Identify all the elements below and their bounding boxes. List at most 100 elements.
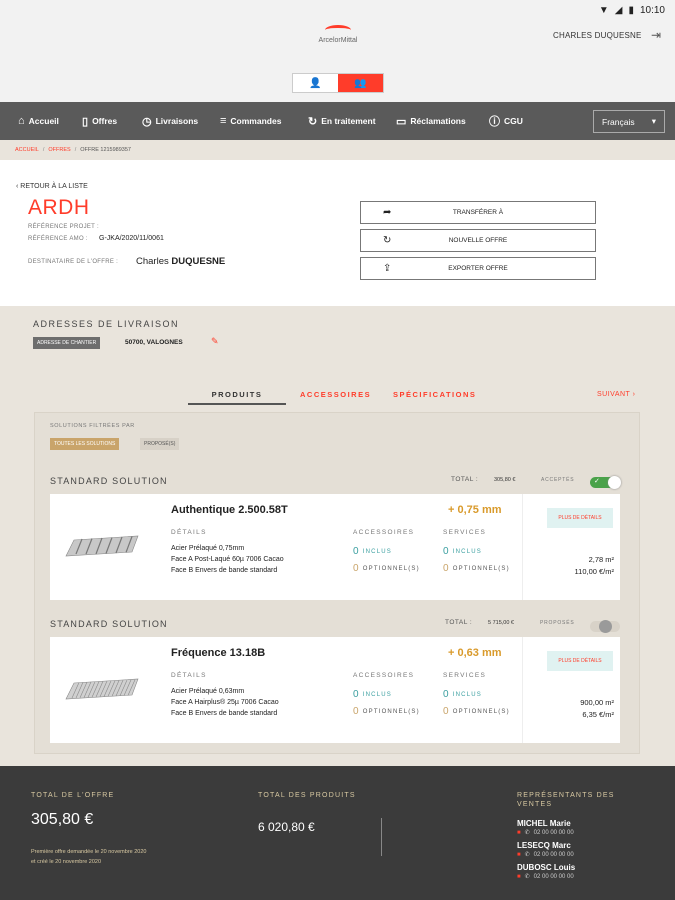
offer-note: Première offre demandée le 20 novembre 2…: [31, 849, 147, 855]
nav-label: En traitement: [321, 116, 376, 126]
sales-rep-contact[interactable]: ■ ✆ 02 00 00 00 00: [517, 851, 574, 859]
refresh-icon: ↻: [383, 235, 392, 246]
document-icon: ▯: [82, 115, 89, 128]
product-summary: PLUS DE DÉTAILS 900,00 m² 6,35 €/m²: [522, 637, 620, 743]
single-user-icon[interactable]: 👤: [293, 74, 338, 92]
breadcrumb-home[interactable]: ACCUEIL: [15, 147, 39, 153]
tab-accessories[interactable]: ACCESSOIRES: [300, 390, 371, 399]
nav-label: Livraisons: [155, 116, 199, 126]
corrugated-panel-thumbnail-icon: [65, 678, 139, 700]
nav-item-commandes[interactable]: ≡ Commandes: [220, 102, 281, 140]
logo-text: ArcelorMittal: [318, 37, 358, 44]
included-label: INCLUS: [362, 691, 392, 698]
included-label: INCLUS: [452, 691, 482, 698]
sales-reps-label: REPRÉSENTANTS DES: [517, 792, 615, 799]
breadcrumb-current: OFFRE 1215989357: [80, 147, 131, 153]
language-select[interactable]: Français ▾: [593, 110, 665, 133]
recipient-label: DESTINATAIRE DE L'OFFRE :: [28, 259, 119, 265]
accessories-included[interactable]: 0 INCLUS: [353, 689, 392, 700]
accessories-included[interactable]: 0 INCLUS: [353, 546, 392, 557]
nav-item-offres[interactable]: ▯ Offres: [82, 102, 117, 140]
clock-icon: ◷: [142, 115, 152, 128]
nav-label: Commandes: [230, 116, 282, 126]
detail-line: Face B Envers de bande standard: [171, 567, 278, 574]
services-included[interactable]: 0 INCLUS: [443, 689, 482, 700]
detail-line: Face A Hairplus® 25µ 7006 Cacao: [171, 699, 279, 706]
more-details-button[interactable]: PLUS DE DÉTAILS: [547, 508, 613, 528]
optional-label: OPTIONNEL(S): [362, 565, 420, 572]
breadcrumb-offers[interactable]: OFFRES: [48, 147, 70, 153]
mail-icon: ■: [517, 873, 521, 880]
site-address-badge: ADRESSE DE CHANTIER: [33, 337, 101, 349]
transfer-button[interactable]: ➦ TRANSFÉRER À: [360, 201, 596, 224]
more-details-button[interactable]: PLUS DE DÉTAILS: [547, 651, 613, 671]
amo-ref-label: RÉFÉRENCE AMO :: [28, 236, 88, 242]
sales-rep-name: LESECQ Marc: [517, 841, 571, 850]
back-to-list-link[interactable]: ‹ RETOUR À LA LISTE: [16, 183, 88, 190]
new-offer-button[interactable]: ↻ NOUVELLE OFFRE: [360, 229, 596, 252]
count: 0: [353, 546, 360, 557]
solution-total-value: 305,80 €: [494, 477, 516, 483]
filter-all-chip[interactable]: TOUTES LES SOLUTIONS: [50, 438, 120, 450]
sales-rep-contact[interactable]: ■ ✆ 02 00 00 00 00: [517, 873, 574, 881]
sales-rep-contact[interactable]: ■ ✆ 02 00 00 00 00: [517, 829, 574, 837]
offer-total-label: TOTAL DE L'OFFRE: [31, 792, 115, 799]
nav-item-accueil[interactable]: ⌂ Accueil: [18, 102, 59, 140]
profile-switch[interactable]: 👤 👥: [292, 73, 384, 93]
export-icon: ⇪: [383, 263, 392, 274]
detail-line: Acier Prélaqué 0,63mm: [171, 688, 245, 695]
battery-icon: ▮: [628, 5, 634, 16]
logout-icon[interactable]: ⇥: [651, 28, 661, 42]
nav-item-reclamations[interactable]: ▭ Réclamations: [396, 102, 466, 140]
check-icon: ✓: [594, 478, 600, 485]
arcelormittal-logo: ArcelorMittal: [312, 25, 364, 44]
edit-pencil-icon[interactable]: ✎: [211, 336, 219, 347]
next-button[interactable]: SUIVANT ›: [597, 391, 636, 398]
nav-item-cgu[interactable]: ⓘ CGU: [489, 102, 523, 140]
product-name[interactable]: Authentique 2.500.58T: [171, 504, 288, 516]
offer-code: ARDH: [28, 196, 90, 219]
product-unit-price: 6,35 €/m²: [582, 710, 614, 719]
accessories-optional[interactable]: 0 OPTIONNEL(S): [353, 706, 420, 717]
accessories-optional[interactable]: 0 OPTIONNEL(S): [353, 563, 420, 574]
home-icon: ⌂: [18, 115, 25, 127]
list-icon: ≡: [220, 115, 227, 127]
services-optional[interactable]: 0 OPTIONNEL(S): [443, 706, 510, 717]
services-included[interactable]: 0 INCLUS: [443, 546, 482, 557]
filter-label: SOLUTIONS FILTRÉES PAR: [50, 423, 135, 429]
toggle-knob: [608, 476, 621, 489]
accept-toggle[interactable]: [590, 620, 620, 633]
filter-proposed-chip[interactable]: PROPOSÉ(S): [140, 438, 180, 450]
breadcrumb: ACCUEIL / OFFRES / OFFRE 1215989357: [0, 140, 675, 160]
products-total: 6 020,80 €: [258, 820, 315, 834]
roof-panel-thumbnail-icon: [65, 535, 139, 557]
accept-toggle[interactable]: ✓: [590, 476, 621, 489]
nav-label: Offres: [92, 116, 118, 126]
optional-label: OPTIONNEL(S): [362, 708, 420, 715]
product-card: Authentique 2.500.58T + 0,75 mm DÉTAILS …: [50, 494, 620, 600]
status-bar: ▼ ◢ ▮ 10:10: [0, 0, 675, 24]
nav-item-livraisons[interactable]: ◷ Livraisons: [142, 102, 198, 140]
export-offer-button[interactable]: ⇪ EXPORTER OFFRE: [360, 257, 596, 280]
nav-item-en-traitement[interactable]: ↻ En traitement: [308, 102, 376, 140]
status-icons: ▼ ◢ ▮ 10:10: [599, 5, 665, 16]
group-users-icon[interactable]: 👥: [338, 74, 383, 92]
tab-products[interactable]: PRODUITS: [188, 390, 286, 399]
phone-icon: ✆: [524, 852, 530, 858]
delivery-address: 50700, VALOGNES: [125, 339, 183, 346]
included-label: INCLUS: [362, 548, 392, 555]
services-optional[interactable]: 0 OPTIONNEL(S): [443, 563, 510, 574]
tab-specifications[interactable]: SPÉCIFICATIONS: [393, 390, 476, 399]
product-name[interactable]: Fréquence 13.18B: [171, 647, 265, 659]
new-offer-label: NOUVELLE OFFRE: [448, 237, 508, 244]
breadcrumb-separator: /: [74, 147, 77, 153]
product-area: 2,78 m²: [588, 555, 614, 564]
refresh-icon: ↻: [308, 115, 318, 128]
user-name[interactable]: CHARLES DUQUESNE: [553, 31, 642, 40]
count: 0: [443, 546, 450, 557]
back-label: RETOUR À LA LISTE: [20, 183, 88, 190]
optional-label: OPTIONNEL(S): [452, 565, 510, 572]
logo-mark-icon: [325, 25, 351, 35]
solution-total-label: TOTAL :: [451, 476, 479, 483]
recipient-last: DUQUESNE: [171, 256, 226, 267]
